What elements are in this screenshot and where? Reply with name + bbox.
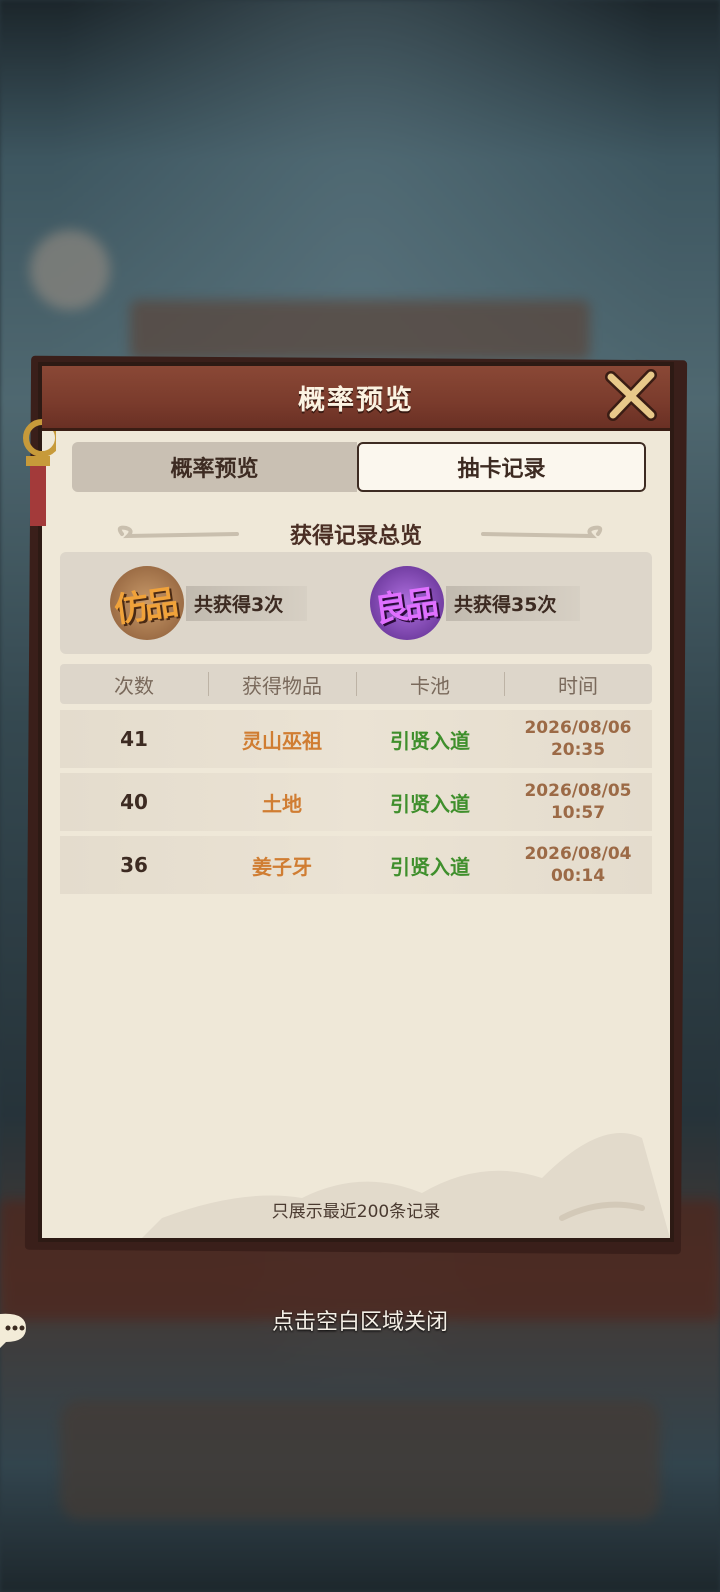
records-table-header: 次数 获得物品 卡池 时间 [60, 664, 652, 704]
row-pool: 引贤入道 [390, 728, 470, 753]
row-item: 姜子牙 [252, 854, 312, 879]
row-date: 2026/08/05 [524, 781, 632, 801]
row-pool: 引贤入道 [390, 854, 470, 879]
row-date: 2026/08/06 [524, 718, 632, 738]
grade-badge-good: 良品 [356, 562, 452, 644]
row-time: 2026/08/06 20:35 [504, 710, 652, 768]
chat-bubble-icon[interactable] [0, 1310, 30, 1350]
row-time: 2026/08/05 10:57 [504, 773, 652, 831]
row-date: 2026/08/04 [524, 844, 632, 864]
row-count: 40 [120, 790, 148, 814]
grade-count-imitation: 共获得3次 [186, 585, 308, 621]
records-limit-note: 只展示最近200条记录 [271, 1202, 441, 1222]
table-row: 41 灵山巫祖 引贤入道 2026/08/06 20:35 [60, 710, 652, 768]
grade-good: 良品 共获得35次 [356, 560, 581, 646]
grade-badge-imitation: 仿品 [96, 562, 192, 644]
row-count: 36 [120, 853, 148, 877]
row-count: 41 [120, 727, 148, 751]
row-item: 土地 [262, 791, 302, 816]
row-time: 2026/08/04 00:14 [504, 836, 652, 894]
close-hint: 点击空白区域关闭 [271, 1310, 448, 1335]
table-row: 40 土地 引贤入道 2026/08/05 10:57 [60, 773, 652, 831]
header-pool: 卡池 [356, 664, 504, 704]
cloud-ornament-right-icon [481, 525, 603, 539]
tab-draw-records[interactable]: 抽卡记录 [357, 442, 646, 492]
close-x-icon [605, 369, 657, 421]
summary-panel: 仿品 共获得3次 良品 共获得35次 [60, 552, 652, 654]
row-clock: 00:14 [550, 866, 606, 886]
header-count: 次数 [114, 673, 154, 698]
header-time: 时间 [504, 664, 652, 704]
row-clock: 10:57 [550, 803, 606, 823]
grade-imitation: 仿品 共获得3次 [96, 560, 308, 646]
grade-count-good: 共获得35次 [446, 585, 581, 621]
records-table-body: 41 灵山巫祖 引贤入道 2026/08/06 20:35 40 土地 引贤入道… [60, 710, 652, 899]
modal-title: 概率预览 [298, 384, 414, 416]
row-pool: 引贤入道 [390, 791, 470, 816]
probability-modal: 概率预览 概率预览 抽卡记录 获得记录总览 仿品 共获得3次 良品 共获得35次… [23, 362, 674, 1242]
tab-probability-preview[interactable]: 概率预览 [72, 442, 357, 492]
close-button[interactable] [600, 364, 662, 426]
row-clock: 20:35 [550, 740, 606, 760]
table-row: 36 姜子牙 引贤入道 2026/08/04 00:14 [60, 836, 652, 894]
header-item: 获得物品 [208, 664, 356, 704]
tab-bar: 概率预览 抽卡记录 [72, 442, 646, 492]
modal-header: 概率预览 [42, 366, 670, 431]
row-item: 灵山巫祖 [242, 728, 322, 753]
